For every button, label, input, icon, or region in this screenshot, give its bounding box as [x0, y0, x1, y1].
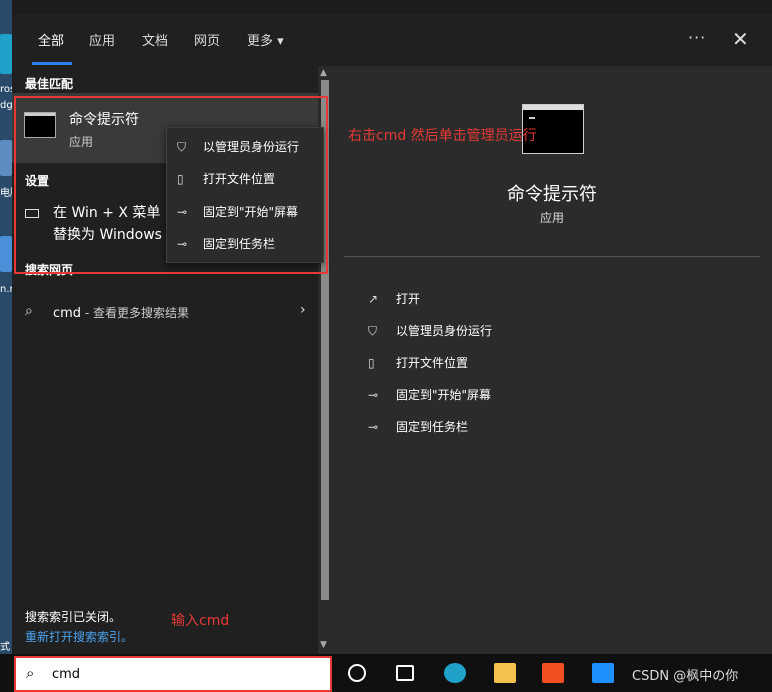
- chevron-down-icon: ▾: [277, 34, 284, 49]
- close-icon[interactable]: ✕: [732, 27, 749, 51]
- annotation-input: 输入cmd: [171, 613, 230, 629]
- chevron-right-icon[interactable]: ›: [300, 302, 306, 318]
- web-hint: - 查看更多搜索结果: [81, 306, 190, 320]
- store-icon[interactable]: [542, 663, 564, 683]
- web-search-item[interactable]: ⌕ cmd - 查看更多搜索结果 ›: [12, 294, 318, 330]
- annotation-right-click: 右击cmd 然后单击管理员运行: [348, 128, 537, 144]
- desktop-label: n.r: [0, 284, 12, 295]
- web-search-text: cmd - 查看更多搜索结果: [53, 304, 189, 321]
- action-run-as-admin-label: 以管理员身份运行: [396, 324, 493, 338]
- action-pin-to-start-label: 固定到"开始"屏幕: [396, 388, 492, 402]
- web-query: cmd: [53, 306, 82, 321]
- edge-icon[interactable]: [444, 663, 466, 683]
- section-best-match: 最佳匹配: [25, 77, 74, 91]
- divider: [344, 256, 760, 257]
- tab-all[interactable]: 全部: [38, 30, 64, 49]
- action-open[interactable]: ↗ 打开: [368, 290, 420, 310]
- pin-icon: ⊸: [368, 388, 379, 402]
- cortana-icon[interactable]: [348, 664, 366, 682]
- action-pin-to-start[interactable]: ⊸ 固定到"开始"屏幕: [368, 386, 491, 406]
- action-open-file-location[interactable]: ▯ 打开文件位置: [368, 354, 468, 374]
- reenable-index-link[interactable]: 重新打开搜索索引。: [25, 628, 133, 645]
- desktop-label: dg: [0, 100, 12, 111]
- desktop-label: 电脑: [0, 188, 12, 199]
- action-pin-to-taskbar[interactable]: ⊸ 固定到任务栏: [368, 418, 468, 438]
- tab-more[interactable]: 更多 ▾: [247, 30, 284, 49]
- tab-more-label: 更多: [247, 34, 274, 49]
- preview-subtitle: 应用: [539, 211, 564, 225]
- file-explorer-icon[interactable]: [494, 663, 516, 683]
- shield-icon: ⛉: [368, 324, 378, 338]
- index-status-text: 搜索索引已关闭。: [25, 610, 122, 624]
- scroll-down-icon[interactable]: ▼: [320, 640, 327, 650]
- tab-web[interactable]: 网页: [194, 30, 220, 49]
- watermark: CSDN @枫中の你: [632, 669, 739, 684]
- pc-desktop-icon[interactable]: [0, 140, 12, 176]
- open-icon: ↗: [368, 292, 379, 306]
- action-open-label: 打开: [396, 292, 421, 306]
- task-view-icon[interactable]: [396, 665, 414, 681]
- tab-apps[interactable]: 应用: [89, 30, 115, 49]
- annotation-search-box-highlight: [14, 656, 332, 692]
- annotation-highlight-box: [14, 96, 328, 274]
- action-open-file-location-label: 打开文件位置: [396, 356, 469, 370]
- action-pin-to-taskbar-label: 固定到任务栏: [396, 420, 469, 434]
- scroll-up-icon[interactable]: ▲: [320, 68, 327, 78]
- edge-desktop-icon[interactable]: [0, 34, 12, 74]
- desktop-label: 式: [0, 642, 10, 653]
- desktop-strip: ros dg 电脑 n.r 式: [0, 0, 12, 692]
- active-tab-indicator: [32, 62, 72, 65]
- tab-documents[interactable]: 文档: [142, 30, 168, 49]
- app-desktop-icon[interactable]: [0, 236, 12, 272]
- desktop-label: ros: [0, 84, 12, 95]
- action-run-as-admin[interactable]: ⛉ 以管理员身份运行: [368, 322, 492, 342]
- more-options-icon[interactable]: ···: [688, 28, 706, 47]
- preview-pane: 命令提示符 应用 ↗ 打开 ⛉ 以管理员身份运行 ▯ 打开文件位置 ⊸ 固定到"开始"屏…: [332, 66, 772, 654]
- preview-title: 命令提示符: [507, 184, 597, 205]
- folder-icon: ▯: [368, 356, 375, 370]
- mail-icon[interactable]: [592, 663, 614, 683]
- search-icon: ⌕: [25, 303, 33, 319]
- pin-icon: ⊸: [368, 420, 379, 434]
- filter-bar: 全部 应用 文档 网页 更多 ▾ ··· ✕: [12, 14, 772, 66]
